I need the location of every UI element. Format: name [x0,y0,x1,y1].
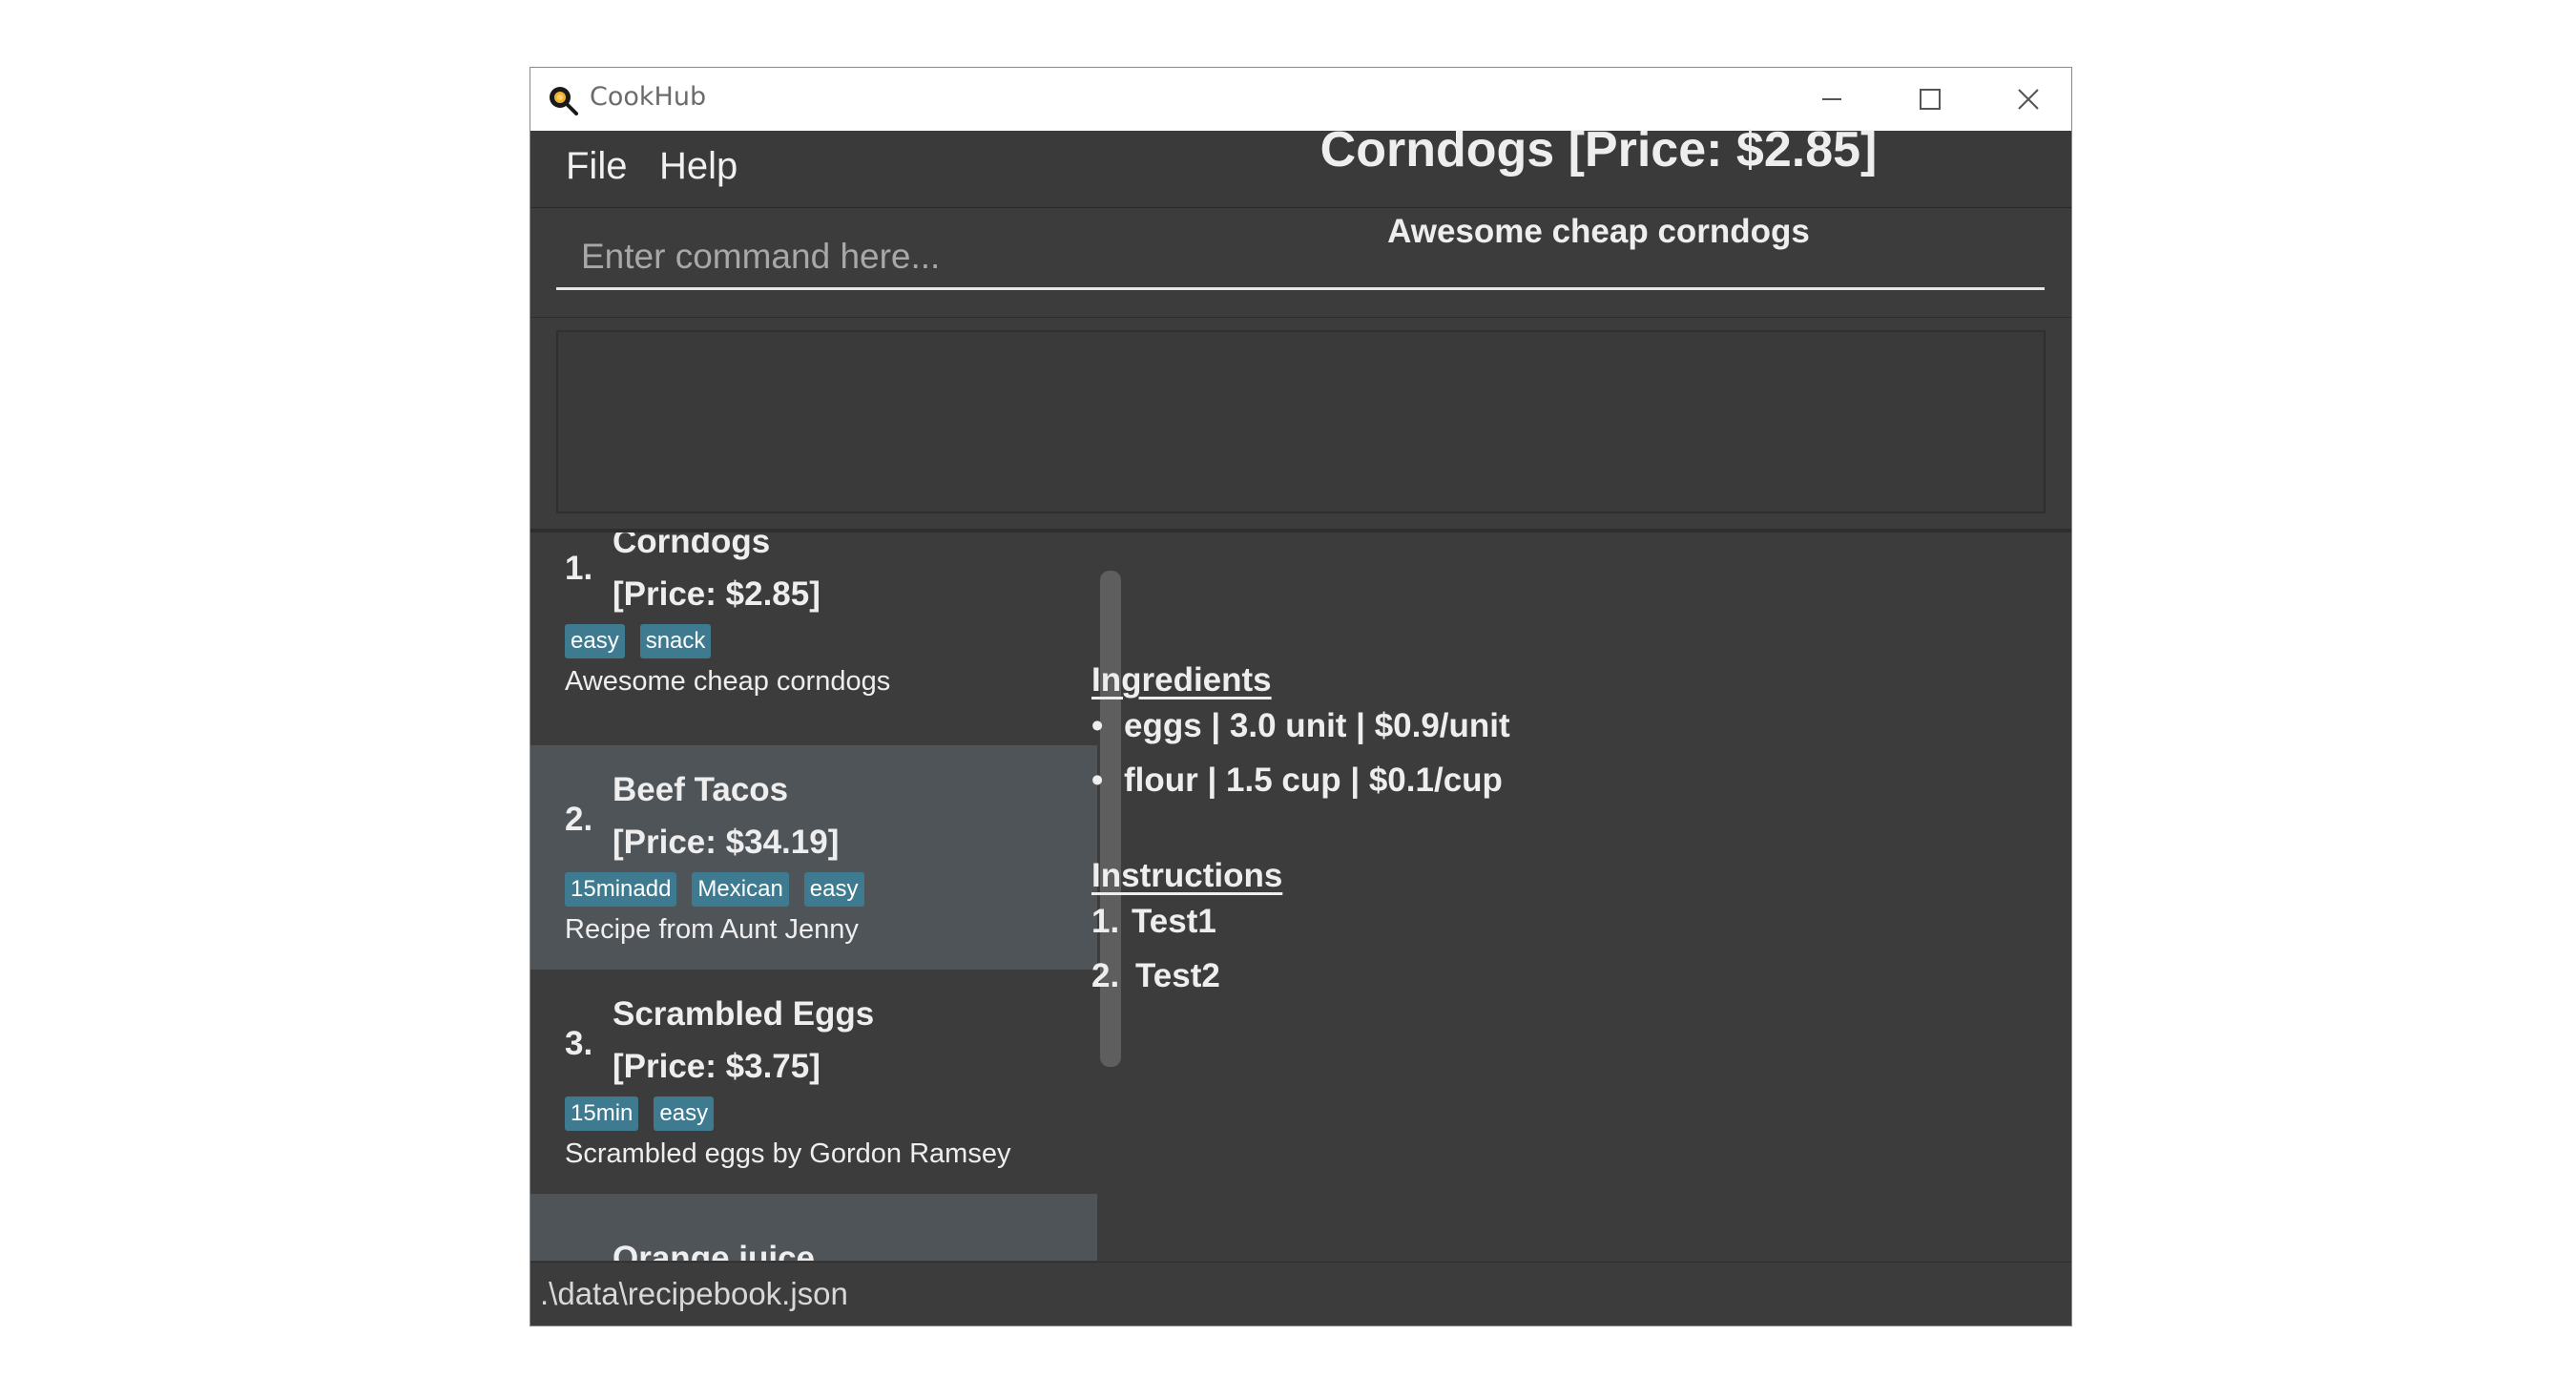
recipe-tags: easy snack [565,624,712,662]
recipe-name: Orange juice [613,1240,816,1261]
instruction-text: Test2 [1135,957,1220,994]
ingredients-heading: Ingredients [1091,661,1272,699]
tag-badge: 15minadd [565,872,677,907]
recipe-name: Scrambled Eggs [613,995,875,1033]
recipe-tags: 15minadd Mexican easy [565,872,864,910]
window-title: CookHub [590,82,707,112]
step-number: 2. [1091,957,1120,994]
tag-badge: snack [639,624,712,658]
file-path: .\data\recipebook.json [540,1276,848,1311]
menu-help[interactable]: Help [659,145,737,188]
recipe-name: Beef Tacos [613,771,789,808]
menu-file[interactable]: File [566,145,627,188]
ingredient-item: • eggs | 3.0 unit | $0.9/unit [1091,707,1510,745]
recipe-price: [Price: $2.85] [613,575,821,613]
maximize-icon [1920,89,1941,110]
bullet-marker: • [1091,762,1104,799]
recipe-tags: 15min easy [565,1096,715,1135]
recipe-detail-panel [1126,532,2071,1261]
recipe-name: Corndogs [613,532,771,560]
tag-badge: 15min [565,1096,639,1131]
recipe-price: [Price: $34.19] [613,824,840,861]
tag-badge: Mexican [692,872,789,907]
instructions-heading: Instructions [1091,857,1283,894]
result-display [556,330,2046,513]
bullet-marker: • [1091,707,1104,744]
recipe-index: 3. [565,1025,593,1062]
instruction-item: 2. Test2 [1091,957,1220,995]
recipe-description: Recipe from Aunt Jenny [565,914,859,945]
instruction-text: Test1 [1132,903,1216,940]
recipe-index: 2. [565,801,593,838]
cookhub-pan-icon [550,87,578,115]
detail-title: Corndogs [Price: $2.85] [1319,122,1878,177]
recipe-list[interactable]: 1. Corndogs [Price: $2.85] easy snack Aw… [530,532,1097,1261]
step-number: 1. [1091,903,1120,940]
tag-badge: easy [803,872,864,907]
close-icon [2018,89,2039,110]
recipe-price: [Price: $3.75] [613,1048,821,1085]
recipe-card[interactable]: 2. Beef Tacos [Price: $34.19] 15minadd M… [530,745,1097,970]
recipe-description: Awesome cheap corndogs [565,666,891,697]
ingredient-text: eggs | 3.0 unit | $0.9/unit [1124,707,1510,744]
detail-description: Awesome cheap corndogs [1387,213,1810,250]
recipe-index: 1. [565,550,593,587]
tag-badge: easy [565,624,625,658]
status-bar: .\data\recipebook.json [530,1262,2071,1326]
recipe-card[interactable]: 4. Orange juice [530,1194,1097,1261]
recipe-description: Scrambled eggs by Gordon Ramsey [565,1138,1011,1169]
instruction-item: 1. Test1 [1091,903,1216,941]
recipe-card[interactable]: 1. Corndogs [Price: $2.85] easy snack Aw… [530,532,1097,745]
ingredient-item: • flour | 1.5 cup | $0.1/cup [1091,762,1503,800]
tag-badge: easy [654,1096,715,1131]
recipe-card[interactable]: 3. Scrambled Eggs [Price: $3.75] 15min e… [530,970,1097,1194]
cookhub-window: CookHub File Help 1. Corndogs [530,67,2072,1326]
minimize-icon [1822,98,1841,100]
ingredient-text: flour | 1.5 cup | $0.1/cup [1124,762,1503,799]
